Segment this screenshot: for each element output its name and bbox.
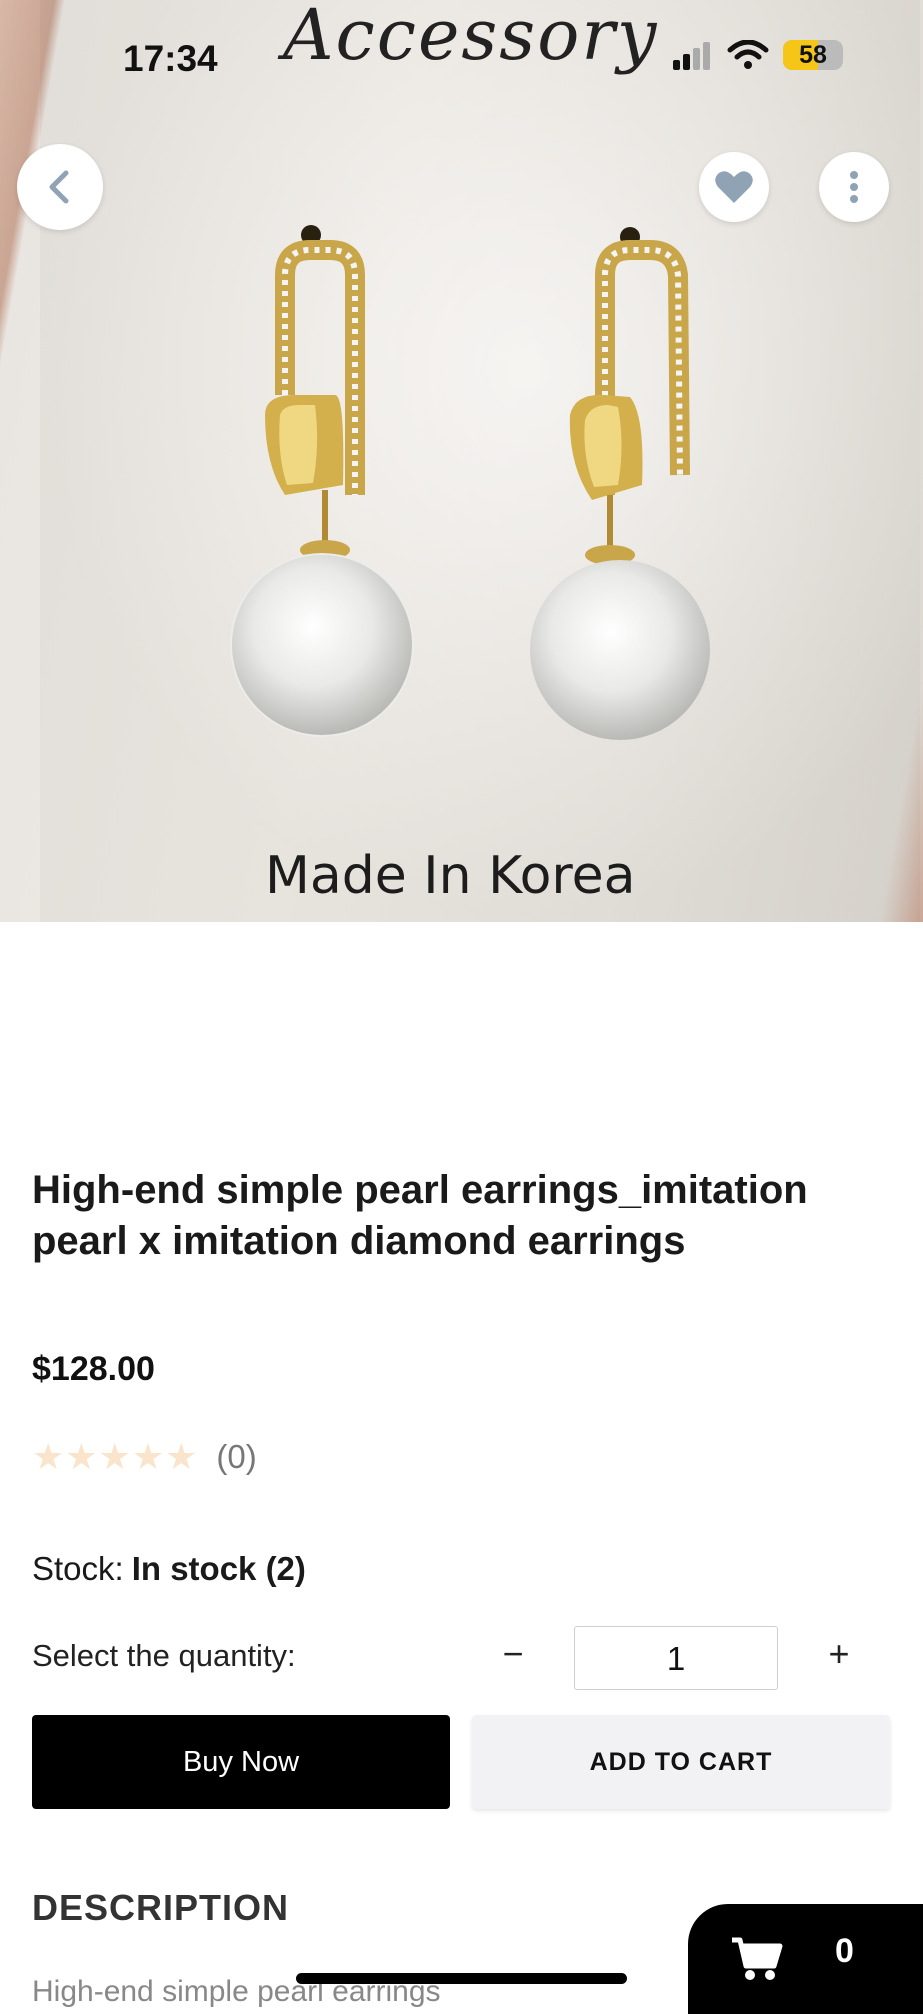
product-title: High-end simple pearl earrings_imitation…: [32, 1168, 808, 1263]
heart-icon: [715, 171, 753, 203]
left-earring-image: [230, 225, 414, 737]
quantity-input[interactable]: 1: [574, 1626, 778, 1690]
more-options-button[interactable]: [819, 152, 889, 222]
product-price: $128.00: [32, 1350, 155, 1388]
star-icon: ★: [165, 1436, 198, 1477]
cart-button[interactable]: 0: [688, 1904, 923, 2014]
buy-now-button[interactable]: Buy Now: [32, 1715, 450, 1809]
wifi-icon: [727, 40, 769, 69]
back-button[interactable]: [17, 144, 103, 230]
quantity-label: Select the quantity:: [32, 1638, 296, 1673]
review-count: (0): [216, 1438, 257, 1475]
quantity-decrease-button[interactable]: −: [481, 1622, 545, 1686]
cart-icon: [732, 1937, 783, 1980]
home-indicator: [296, 1973, 627, 1984]
product-rating[interactable]: ★ ★ ★ ★ ★ (0): [32, 1436, 257, 1478]
product-info: High-end simple pearl earrings_imitation…: [32, 1165, 892, 1267]
card-caption-text: Made In Korea: [265, 846, 636, 906]
add-to-cart-button[interactable]: ADD TO CART: [472, 1715, 890, 1809]
star-icon: ★: [131, 1436, 165, 1477]
battery-indicator: 58: [783, 40, 843, 70]
stock-label: Stock:: [32, 1550, 124, 1587]
star-icon: ★: [32, 1436, 65, 1477]
right-earring-image: [530, 227, 710, 740]
status-icons: 58: [673, 40, 843, 70]
star-icon: ★: [98, 1436, 131, 1477]
display-card: [40, 0, 920, 922]
card-brand-text: Accessory: [283, 0, 659, 76]
quantity-increase-button[interactable]: +: [807, 1622, 871, 1686]
battery-level: 58: [799, 41, 827, 69]
cart-count: 0: [835, 1932, 854, 1970]
status-time: 17:34: [123, 38, 218, 79]
star-icon: ★: [65, 1436, 98, 1477]
stock-value: In stock (2): [131, 1550, 306, 1587]
product-image: Accessory Made In Korea: [0, 0, 923, 922]
description-heading: DESCRIPTION: [32, 1887, 290, 1928]
more-vertical-icon: [850, 171, 858, 203]
favorite-button[interactable]: [699, 152, 769, 222]
stock-status: Stock: In stock (2): [32, 1550, 306, 1588]
signal-icon: [673, 42, 710, 70]
chevron-left-icon: [49, 170, 69, 204]
